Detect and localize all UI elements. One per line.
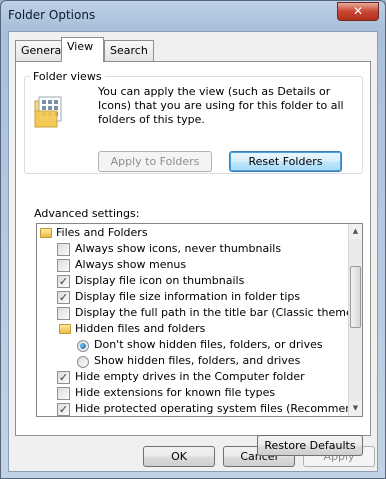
window-title: Folder Options [8,8,96,22]
list-item-label: Files and Folders [56,226,148,239]
folder-options-window: Folder Options ✕ General View Search Fol… [0,0,386,479]
list-item-label: Don't show hidden files, folders, or dri… [94,338,323,351]
checkbox[interactable] [57,243,70,256]
view-tab-panel: Folder views You can apply the view (suc… [15,61,371,456]
vertical-scrollbar[interactable]: ▲ ▼ [348,224,362,416]
checkbox[interactable] [57,307,70,320]
folder-views-icon [34,96,62,128]
checkbox-checked[interactable]: ✓ [57,371,70,384]
reset-folders-button[interactable]: Reset Folders [229,151,342,172]
close-button[interactable]: ✕ [337,2,379,21]
list-item-label: Hide protected operating system files (R… [75,402,363,415]
apply-to-folders-button[interactable]: Apply to Folders [98,151,212,172]
list-item-label: Hide extensions for known file types [75,386,276,399]
tab-view[interactable]: View [61,37,104,62]
list-item-label: Always show menus [75,258,187,271]
folder-views-description: You can apply the view (such as Details … [98,85,344,126]
folder-icon [40,228,52,238]
checkbox[interactable] [57,387,70,400]
checkbox-checked[interactable]: ✓ [57,403,70,416]
restore-defaults-button[interactable]: Restore Defaults [257,435,363,456]
advanced-settings-label: Advanced settings: [34,207,140,220]
list-item-label: Hidden files and folders [75,322,206,335]
list-item-label: Display file size information in folder … [75,290,301,303]
checkbox[interactable] [57,259,70,272]
folder-icon [59,324,71,334]
scrollbar-thumb[interactable] [350,266,361,328]
tab-search[interactable]: Search [104,40,154,61]
scroll-up-icon[interactable]: ▲ [349,224,362,239]
advanced-settings-list[interactable]: Files and Folders Always show icons, nev… [36,223,363,417]
list-item-label: Display the full path in the title bar (… [75,306,363,319]
radio-selected[interactable] [77,340,89,352]
list-item-label: Always show icons, never thumbnails [75,242,282,255]
ok-button[interactable]: OK [143,446,215,467]
checkbox-checked[interactable]: ✓ [57,291,70,304]
checkbox-checked[interactable]: ✓ [57,275,70,288]
dialog-client-area: General View Search Folder views You can… [8,31,378,472]
list-item-label: Show hidden files, folders, and drives [94,354,301,367]
list-item-label: Hide empty drives in the Computer folder [75,370,305,383]
radio[interactable] [77,356,89,368]
scroll-down-icon[interactable]: ▼ [349,401,362,416]
list-item-label: Display file icon on thumbnails [75,274,245,287]
folder-views-legend: Folder views [30,70,105,83]
